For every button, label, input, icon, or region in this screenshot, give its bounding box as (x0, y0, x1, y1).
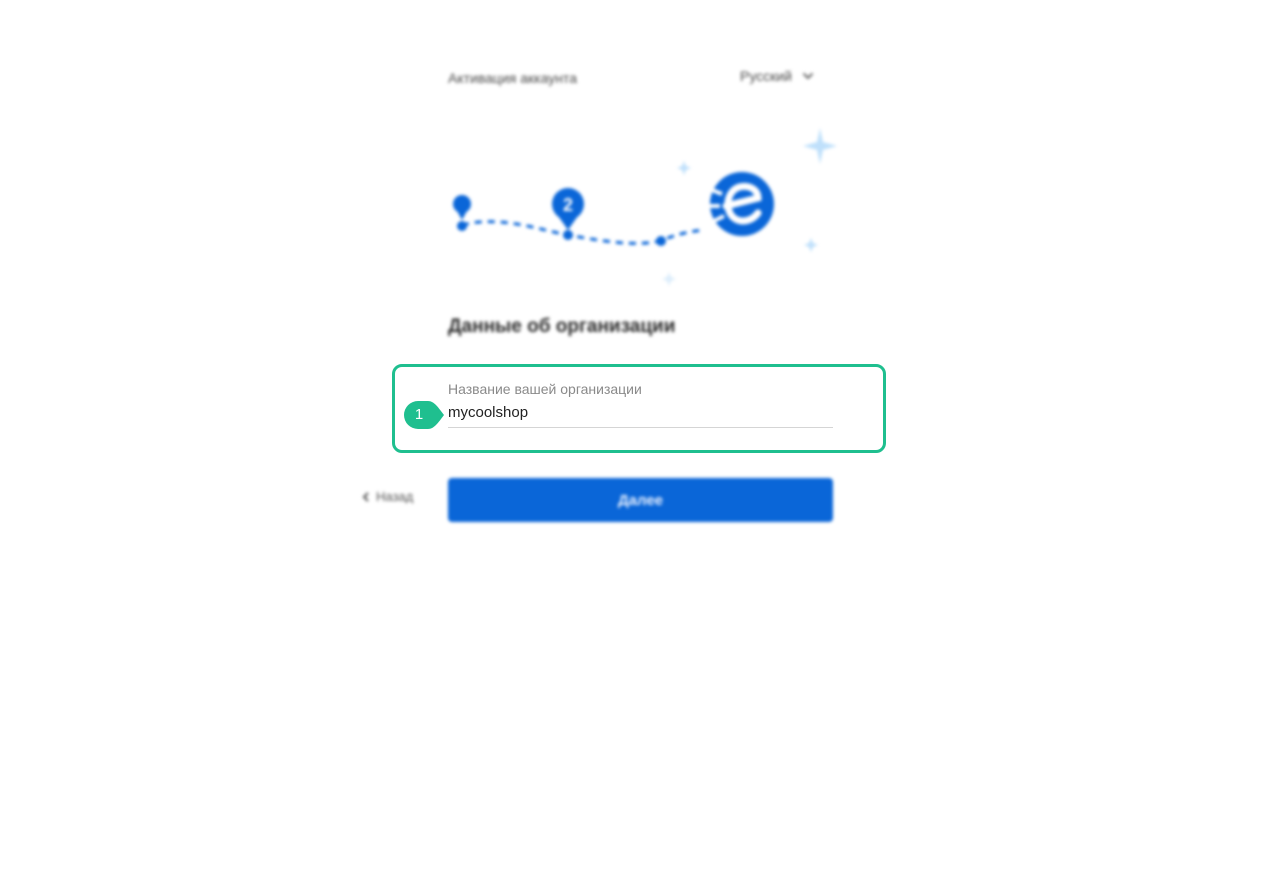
annotation-number: 1 (414, 406, 424, 423)
language-selector[interactable]: Русский (740, 68, 814, 84)
step-2-number: 2 (563, 195, 573, 215)
sparkle-icon (803, 128, 837, 164)
org-name-field: Название вашей организации (448, 381, 833, 428)
step-1-pin-icon (453, 195, 471, 231)
progress-illustration: 2 (453, 128, 837, 286)
section-title: Данные об организации (448, 316, 676, 337)
back-link[interactable]: Назад (362, 489, 413, 504)
step-3-dot (656, 236, 666, 246)
chevron-down-icon (802, 72, 814, 80)
language-label: Русский (740, 68, 792, 84)
annotation-marker: 1 (404, 401, 444, 429)
header-title: Активация аккаунта (448, 70, 577, 86)
back-label: Назад (376, 489, 414, 504)
sparkle-icon (677, 161, 691, 175)
brand-logo-icon (710, 172, 774, 236)
next-button[interactable]: Далее (448, 478, 833, 522)
sparkle-icon (662, 272, 676, 286)
chevron-left-icon (362, 491, 369, 502)
sparkle-icon (804, 238, 818, 252)
org-name-label: Название вашей организации (448, 381, 642, 397)
org-name-input[interactable] (448, 404, 833, 428)
